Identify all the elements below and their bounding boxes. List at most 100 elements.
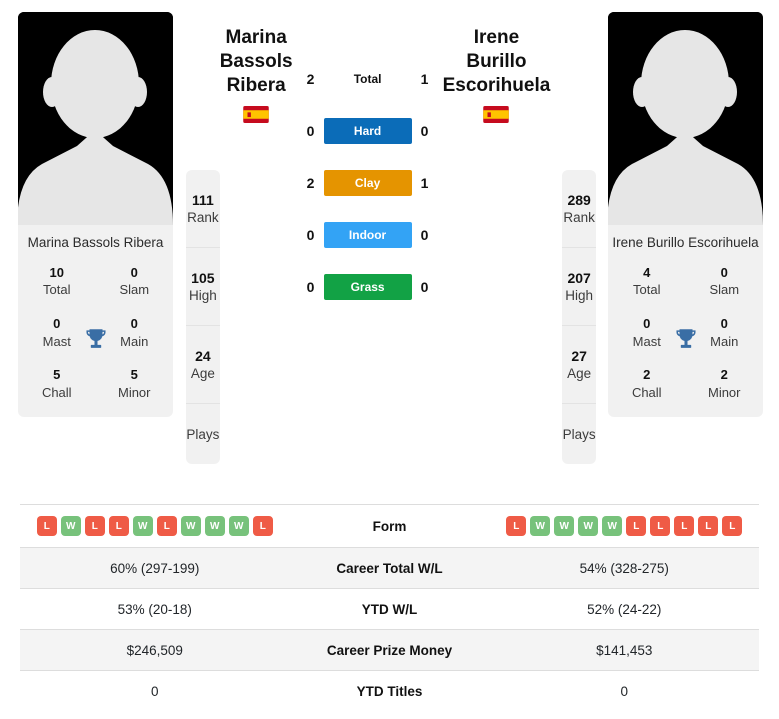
form-badge-loss[interactable]: L — [674, 516, 695, 536]
avatar — [608, 12, 763, 225]
titles-minor-right: 2 Minor — [686, 366, 764, 401]
h2h-hard-label[interactable]: Hard — [323, 118, 412, 144]
rank-cell-age-right: 27 Age — [562, 326, 596, 404]
h2h-total-right-score: 1 — [420, 71, 429, 87]
form-badge-loss[interactable]: L — [722, 516, 743, 536]
rank-value: 111 — [191, 191, 214, 208]
titles-minor-label: Minor — [117, 384, 151, 400]
row-label-form: Form — [372, 518, 407, 534]
row-label-ytd-wl: YTD W/L — [361, 601, 418, 617]
titles-minor-value: 2 — [720, 367, 728, 383]
plays-label: Plays — [562, 426, 596, 442]
rank-cell-high-right: 207 High — [562, 248, 596, 326]
player-title-left: Marina Bassols Ribera — [219, 26, 293, 124]
spain-flag-icon — [483, 106, 510, 124]
player-name-line2-left: Bassols Ribera — [219, 50, 293, 96]
rank-cell-rank-right: 289 Rank — [562, 170, 596, 248]
player-silhouette-icon — [18, 12, 173, 225]
form-badge-loss[interactable]: L — [506, 516, 527, 536]
form-badge-loss[interactable]: L — [698, 516, 719, 536]
avatar — [18, 12, 173, 225]
rank-cell-high-left: 105 High — [186, 248, 220, 326]
rank-value: 289 — [567, 191, 591, 208]
form-badge-win[interactable]: W — [228, 516, 249, 536]
form-badge-win[interactable]: W — [204, 516, 225, 536]
h2h-indoor-right-score: 0 — [420, 227, 429, 243]
titles-slam-left: 0 Slam — [96, 264, 174, 299]
titles-chall-value: 2 — [643, 367, 651, 383]
player-card-right[interactable]: Irene Burillo Escorihuela 4 Total 0 Slam — [608, 12, 764, 418]
rank-cell-rank-left: 111 Rank — [186, 170, 220, 248]
form-badge-loss[interactable]: L — [252, 516, 273, 536]
h2h-row-clay: 2 Clay 1 — [293, 170, 443, 196]
titles-minor-value: 5 — [130, 367, 138, 383]
titles-total-left: 10 Total — [18, 264, 96, 299]
table-row-form: LWLLWLWWWL Form LWWWWLLLLL — [20, 505, 759, 548]
h2h-total-label: Total — [353, 72, 382, 86]
ytd-titles-left: 0 — [150, 684, 159, 699]
table-row-ytd-titles: 0 YTD Titles 0 — [20, 671, 759, 712]
titles-slam-label: Slam — [119, 282, 150, 298]
rank-cell-age-left: 24 Age — [186, 326, 220, 404]
h2h-hard-right-score: 0 — [420, 123, 429, 139]
titles-chall-left: 5 Chall — [18, 366, 96, 401]
h2h-row-hard: 0 Hard 0 — [293, 118, 443, 144]
form-badge-win[interactable]: W — [60, 516, 81, 536]
career-prize-money-right: $141,453 — [596, 642, 653, 658]
player-name-line1-left: Marina — [225, 27, 287, 48]
ytd-wl-left: 53% (20-18) — [117, 601, 192, 617]
player-name-right: Irene Burillo Escorihuela — [612, 235, 759, 250]
rank-card-right: 289 Rank 207 High 27 Age Plays — [562, 170, 596, 464]
titles-slam-label: Slam — [709, 282, 740, 298]
titles-slam-value: 0 — [130, 264, 138, 280]
h2h-indoor-left-score: 0 — [306, 227, 315, 243]
age-value: 27 — [571, 347, 587, 364]
h2h-row-grass: 0 Grass 0 — [293, 274, 443, 300]
player-card-left[interactable]: Marina Bassols Ribera 10 Total 0 Slam 0 … — [18, 12, 173, 418]
spain-flag-icon — [243, 106, 269, 124]
titles-slam-right: 0 Slam — [686, 264, 764, 299]
h2h-row-total: 2 Total 1 — [293, 66, 443, 92]
form-badge-loss[interactable]: L — [108, 516, 129, 536]
form-strip-right: LWWWWLLLLL — [490, 516, 760, 536]
plays-label: Plays — [186, 426, 220, 442]
ytd-wl-right: 52% (24-22) — [587, 601, 662, 617]
form-badge-win[interactable]: W — [180, 516, 201, 536]
high-label: High — [565, 287, 594, 303]
titles-slam-value: 0 — [720, 264, 728, 280]
form-badge-win[interactable]: W — [578, 516, 599, 536]
age-value: 24 — [195, 347, 211, 364]
h2h-grass-label[interactable]: Grass — [323, 274, 412, 300]
row-label-ytd-titles: YTD Titles — [356, 684, 423, 699]
career-total-wl-right: 54% (328-275) — [579, 560, 669, 576]
titles-chall-value: 5 — [53, 367, 61, 383]
titles-total-label: Total — [633, 282, 661, 298]
form-badge-loss[interactable]: L — [626, 516, 647, 536]
h2h-clay-label[interactable]: Clay — [323, 170, 412, 196]
titles-chall-label: Chall — [41, 384, 72, 400]
h2h-indoor-label[interactable]: Indoor — [323, 222, 412, 248]
titles-chall-right: 2 Chall — [608, 366, 686, 401]
form-badge-win[interactable]: W — [554, 516, 575, 536]
form-strip-left: LWLLWLWWWL — [20, 516, 290, 536]
head-to-head-column: 2 Total 1 0 Hard 0 2 Clay 1 0 Indoor 0 0 — [293, 12, 443, 300]
trophy-icon — [85, 328, 106, 348]
form-badge-loss[interactable]: L — [156, 516, 177, 536]
form-badge-win[interactable]: W — [602, 516, 623, 536]
high-label: High — [188, 287, 217, 303]
form-badge-loss[interactable]: L — [84, 516, 105, 536]
form-badge-win[interactable]: W — [530, 516, 551, 536]
h2h-clay-right-score: 1 — [420, 175, 429, 191]
ytd-titles-right: 0 — [620, 684, 628, 699]
rank-cell-plays-left: Plays — [186, 404, 220, 464]
stats-comparison-table: LWLLWLWWWL Form LWWWWLLLLL 60% (297-199)… — [20, 504, 759, 712]
titles-total-right: 4 Total — [608, 264, 686, 299]
form-badge-win[interactable]: W — [132, 516, 153, 536]
trophy-icon — [675, 328, 696, 348]
form-badge-loss[interactable]: L — [650, 516, 671, 536]
high-value: 207 — [567, 269, 591, 286]
form-badge-loss[interactable]: L — [36, 516, 57, 536]
titles-grid-left: 10 Total 0 Slam 0 Mast 0 Main 5 Chall 5 … — [18, 258, 173, 417]
titles-minor-label: Minor — [707, 384, 741, 400]
player-name-left: Marina Bassols Ribera — [27, 235, 164, 250]
